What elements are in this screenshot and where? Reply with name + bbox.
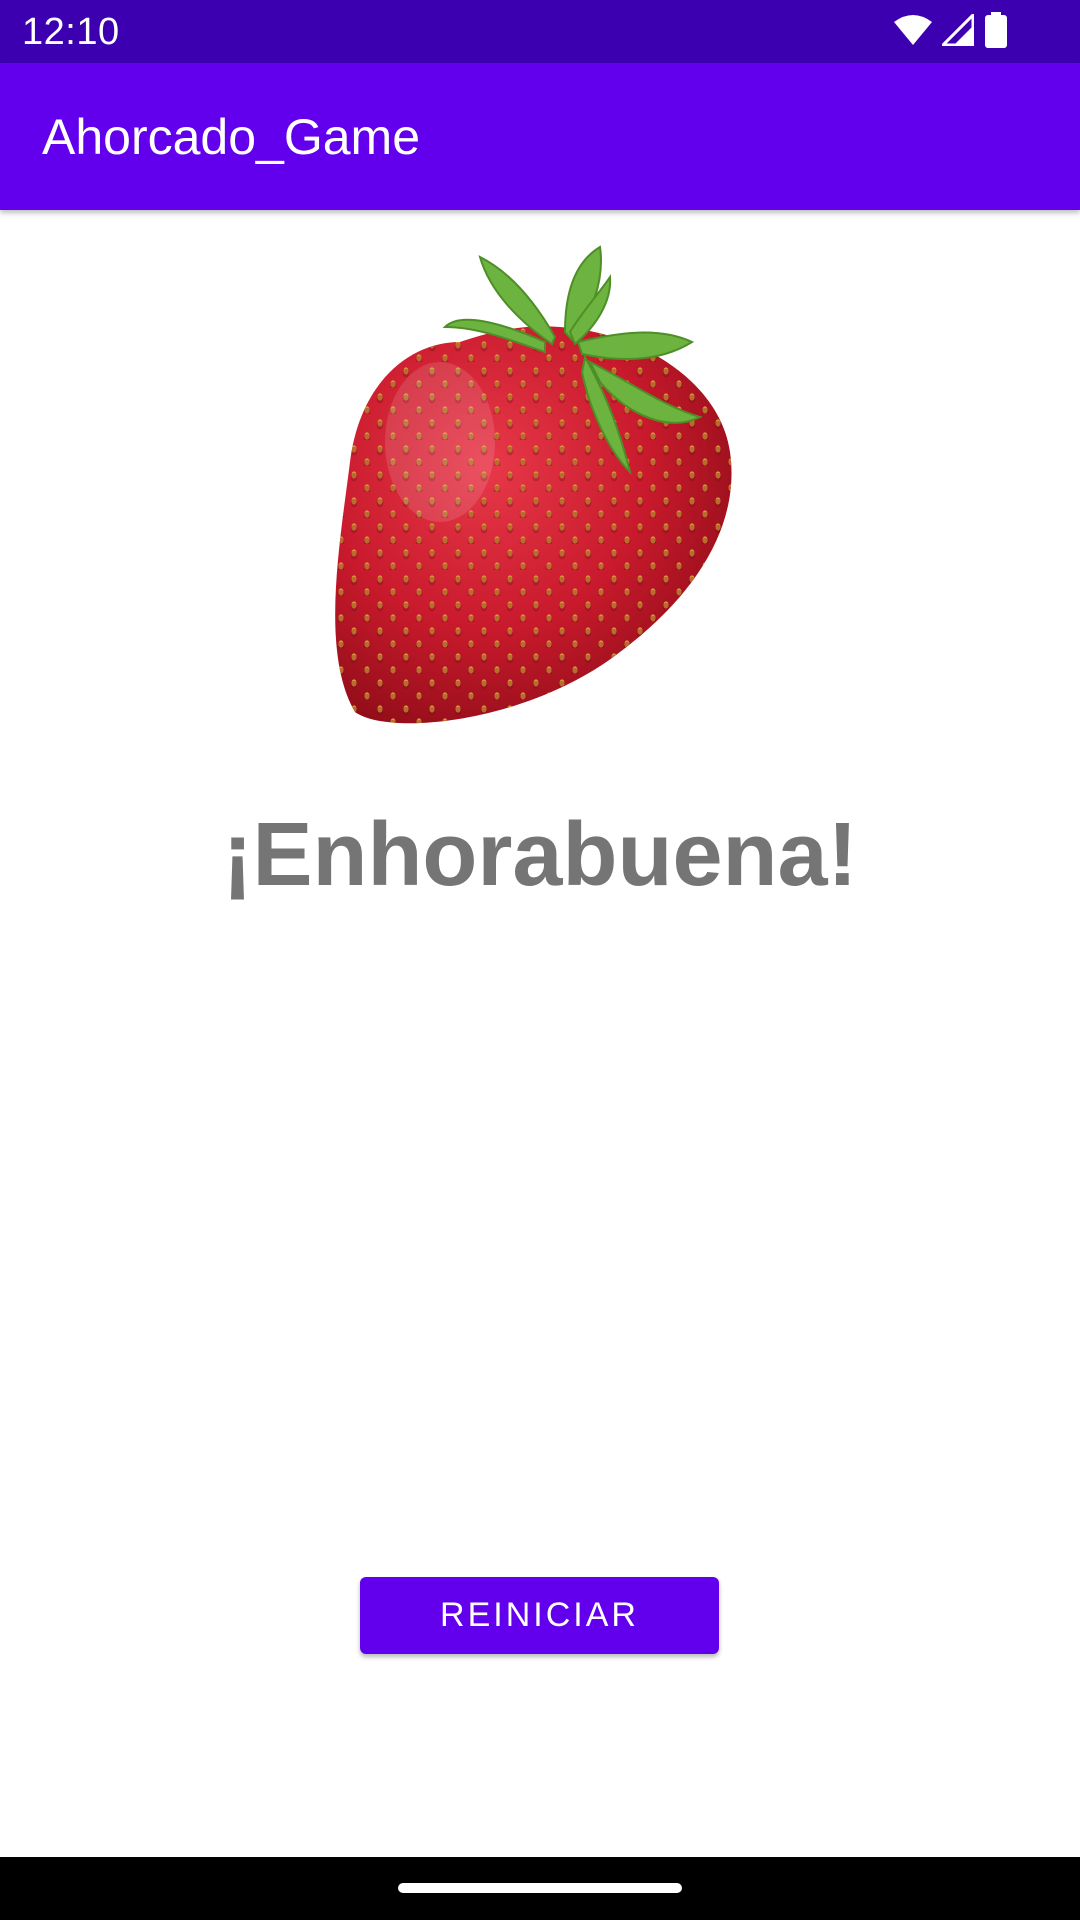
- game-result-screen: ¡Enhorabuena! REINICIAR: [0, 210, 1080, 1857]
- battery-icon: [984, 11, 1008, 53]
- app-title: Ahorcado_Game: [42, 109, 421, 165]
- home-indicator[interactable]: [398, 1883, 682, 1893]
- app-bar: Ahorcado_Game: [0, 63, 1080, 210]
- navigation-bar: [0, 1857, 1080, 1920]
- restart-button[interactable]: REINICIAR: [360, 1577, 719, 1654]
- result-message: ¡Enhorabuena!: [222, 805, 858, 905]
- wifi-icon: [894, 14, 932, 51]
- status-bar: 12:10: [0, 0, 1080, 63]
- status-icons: [894, 11, 1008, 53]
- strawberry-image: [335, 245, 732, 724]
- cell-signal-icon: [941, 13, 975, 51]
- status-time: 12:10: [22, 11, 120, 53]
